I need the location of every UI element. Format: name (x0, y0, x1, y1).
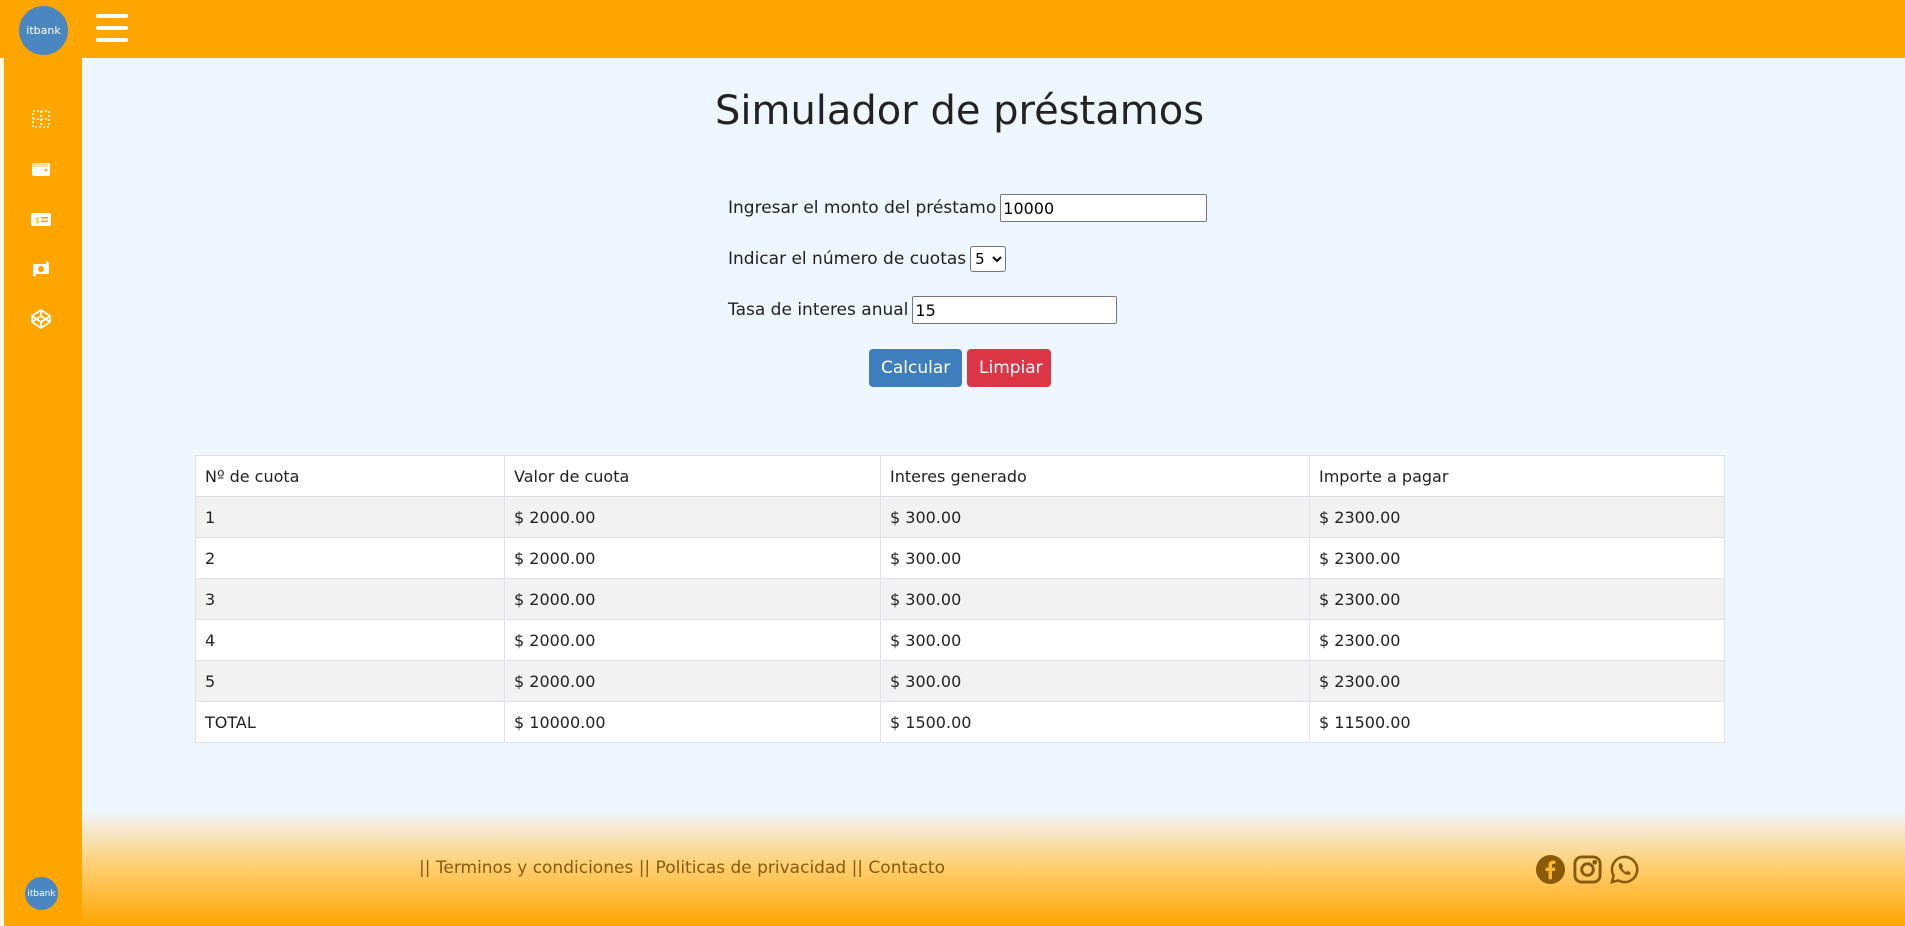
calculate-button[interactable]: Calcular (869, 349, 962, 387)
rate-row: Tasa de interes anual (728, 296, 1118, 324)
cell-value: $ 2000.00 (504, 578, 881, 620)
page-title: Simulador de préstamos (714, 88, 1205, 134)
cell-number: 1 (195, 496, 505, 538)
contact-link[interactable]: | Contacto (857, 858, 945, 878)
wallet-icon[interactable] (29, 157, 53, 181)
header-amount-to-pay: Importe a pagar (1309, 455, 1725, 497)
table-row: 5 $ 2000.00 $ 300.00 $ 2300.00 (195, 660, 1725, 702)
terms-link[interactable]: || Terminos y condiciones | (419, 858, 644, 878)
footer-links: || Terminos y condiciones | | Politicas … (419, 858, 945, 878)
amortization-table: Nº de cuota Valor de cuota Interes gener… (195, 455, 1725, 743)
header-interest: Interes generado (880, 455, 1310, 497)
amount-row: Ingresar el monto del préstamo (728, 194, 1208, 222)
cell-amount: $ 2300.00 (1309, 660, 1725, 702)
installments-select[interactable]: 5 (970, 246, 1007, 272)
amount-label: Ingresar el monto del préstamo (728, 198, 997, 218)
cell-value: $ 2000.00 (504, 537, 881, 579)
hamburger-menu-icon[interactable] (96, 14, 128, 42)
cell-number: 4 (195, 619, 505, 661)
cell-value: $ 2000.00 (504, 496, 881, 538)
table-header-row: Nº de cuota Valor de cuota Interes gener… (195, 455, 1725, 497)
header-installment-number: Nº de cuota (195, 455, 505, 497)
sidebar: $ itbank (0, 58, 82, 926)
top-bar: itbank (0, 0, 1905, 58)
cell-number: 2 (195, 537, 505, 579)
cell-total-value: $ 10000.00 (504, 701, 881, 743)
instagram-icon[interactable] (1572, 854, 1603, 885)
facebook-icon[interactable] (1535, 854, 1566, 885)
bottom-logo-text: itbank (27, 888, 56, 899)
amount-input[interactable] (1000, 194, 1208, 222)
main-content: Simulador de préstamos Ingresar el monto… (82, 58, 1905, 926)
logo-text: itbank (26, 24, 61, 37)
rate-label: Tasa de interes anual (728, 300, 909, 320)
cell-value: $ 2000.00 (504, 660, 881, 702)
cell-amount: $ 2300.00 (1309, 537, 1725, 579)
cell-total-interest: $ 1500.00 (880, 701, 1310, 743)
cell-interest: $ 300.00 (880, 619, 1310, 661)
cell-interest: $ 300.00 (880, 496, 1310, 538)
grid-icon[interactable] (29, 107, 53, 131)
cell-total-label: TOTAL (195, 701, 505, 743)
installments-label: Indicar el número de cuotas (728, 249, 967, 269)
cell-number: 5 (195, 660, 505, 702)
exchange-icon[interactable] (29, 257, 53, 281)
cell-interest: $ 300.00 (880, 660, 1310, 702)
table-row: 2 $ 2000.00 $ 300.00 $ 2300.00 (195, 537, 1725, 579)
cell-amount: $ 2300.00 (1309, 619, 1725, 661)
privacy-link[interactable]: | Politicas de privacidad | (644, 858, 857, 878)
table-total-row: TOTAL $ 10000.00 $ 1500.00 $ 11500.00 (195, 701, 1725, 743)
cell-amount: $ 2300.00 (1309, 496, 1725, 538)
bottom-logo[interactable]: itbank (25, 877, 58, 910)
table-row: 3 $ 2000.00 $ 300.00 $ 2300.00 (195, 578, 1725, 620)
cell-interest: $ 300.00 (880, 578, 1310, 620)
cell-amount: $ 2300.00 (1309, 578, 1725, 620)
svg-text:$: $ (35, 216, 40, 225)
social-links (1535, 854, 1640, 885)
table-row: 4 $ 2000.00 $ 300.00 $ 2300.00 (195, 619, 1725, 661)
itbank-logo[interactable]: itbank (19, 6, 68, 55)
table-row: 1 $ 2000.00 $ 300.00 $ 2300.00 (195, 496, 1725, 538)
whatsapp-icon[interactable] (1609, 854, 1640, 885)
cell-value: $ 2000.00 (504, 619, 881, 661)
header-installment-value: Valor de cuota (504, 455, 881, 497)
codepen-icon[interactable] (29, 307, 53, 331)
cell-total-amount: $ 11500.00 (1309, 701, 1725, 743)
footer: || Terminos y condiciones | | Politicas … (82, 810, 1905, 926)
rate-input[interactable] (912, 296, 1118, 324)
installments-row: Indicar el número de cuotas 5 (728, 246, 1007, 272)
clear-button[interactable]: Limpiar (967, 349, 1051, 387)
cell-interest: $ 300.00 (880, 537, 1310, 579)
cell-number: 3 (195, 578, 505, 620)
money-card-icon[interactable]: $ (29, 207, 53, 231)
